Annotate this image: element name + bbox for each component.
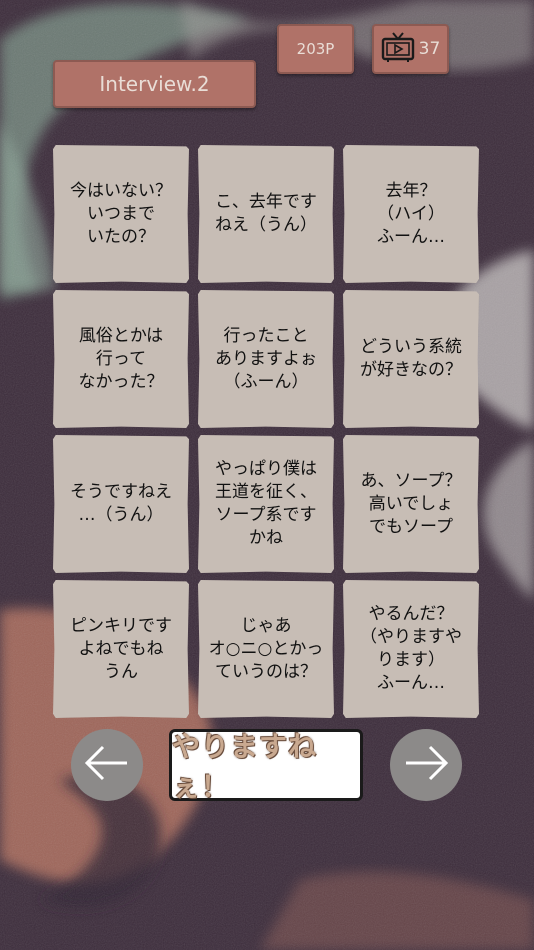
points-label: 203P — [296, 40, 335, 58]
card-7[interactable]: そうですねえ …（うん） — [53, 435, 189, 573]
card-2[interactable]: こ、去年です ねえ（うん） — [198, 145, 334, 283]
card-11[interactable]: じゃあ オ○ニ○とかっ ていうのは？ — [198, 580, 334, 718]
tv-count: 37 — [418, 39, 441, 59]
card-3[interactable]: 去年？ （ハイ） ふーん… — [343, 145, 479, 283]
card-1[interactable]: 今はいない？ いつまで いたの？ — [53, 145, 189, 283]
card-6[interactable]: どういう系統 が好きなの？ — [343, 290, 479, 428]
tv-icon — [381, 31, 415, 68]
points-badge[interactable]: 203P — [277, 24, 354, 74]
card-10[interactable]: ピンキリです よねでもね うん — [53, 580, 189, 718]
answer-label: やりますねぇ！ — [172, 730, 318, 803]
next-button[interactable] — [390, 729, 462, 801]
tv-ad-button[interactable]: 37 — [372, 24, 449, 74]
previous-button[interactable] — [71, 729, 143, 801]
card-grid: 今はいない？ いつまで いたの？ こ、去年です ねえ（うん） 去年？ （ハイ） … — [53, 145, 481, 719]
card-8[interactable]: やっぱり僕は 王道を征く、 ソープ系です かね — [198, 435, 334, 573]
interview-title-button[interactable]: Interview.2 — [53, 60, 256, 108]
arrow-left-icon — [83, 743, 131, 787]
interview-label: Interview.2 — [99, 72, 210, 96]
card-12[interactable]: やるんだ？ （やりますや ります） ふーん… — [343, 580, 479, 718]
answer-button[interactable]: やりますねぇ！ — [169, 729, 363, 803]
card-5[interactable]: 行ったこと ありますよぉ （ふーん） — [198, 290, 334, 428]
arrow-right-icon — [402, 743, 450, 787]
card-4[interactable]: 風俗とかは 行って なかった？ — [53, 290, 189, 428]
card-9[interactable]: あ、ソープ？ 高いでしょ でもソープ — [343, 435, 479, 573]
